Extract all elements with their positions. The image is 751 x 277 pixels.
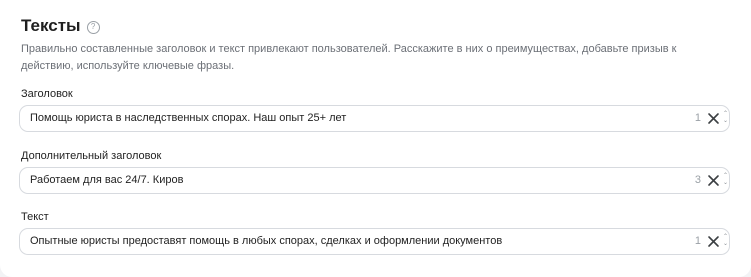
section-title: Тексты [21,16,81,35]
text-field[interactable]: Опытные юристы предоставят помощь в любы… [19,228,730,255]
resize-grip-icon[interactable]: ⌃ ⌄ [723,173,728,188]
subheadline-input-value[interactable]: Работаем для вас 24/7. Киров [30,168,183,193]
texts-panel: Тексты ? Правильно составленные заголово… [0,0,751,277]
headline-counter: 1 [694,112,701,124]
subheadline-field[interactable]: Работаем для вас 24/7. Киров 3 ⌃ ⌄ [19,167,730,194]
close-icon[interactable] [707,174,720,187]
subheadline-label: Дополнительный заголовок [21,150,162,162]
headline-label: Заголовок [21,88,73,100]
resize-grip-icon[interactable]: ⌃ ⌄ [723,111,728,126]
question-circle-icon[interactable]: ? [86,20,100,34]
subheadline-counter: 3 [694,174,701,186]
close-icon[interactable] [707,112,720,125]
headline-field[interactable]: Помощь юриста в наследственных спорах. Н… [19,105,730,132]
section-description: Правильно составленные заголовок и текст… [21,43,677,72]
close-icon[interactable] [707,235,720,248]
resize-grip-icon[interactable]: ⌃ ⌄ [723,234,728,249]
text-input-value[interactable]: Опытные юристы предоставят помощь в любы… [30,229,502,254]
text-label: Текст [21,211,49,223]
section-header: Тексты ? [21,16,100,36]
text-counter: 1 [694,235,701,247]
headline-input-value[interactable]: Помощь юриста в наследственных спорах. Н… [30,106,346,131]
